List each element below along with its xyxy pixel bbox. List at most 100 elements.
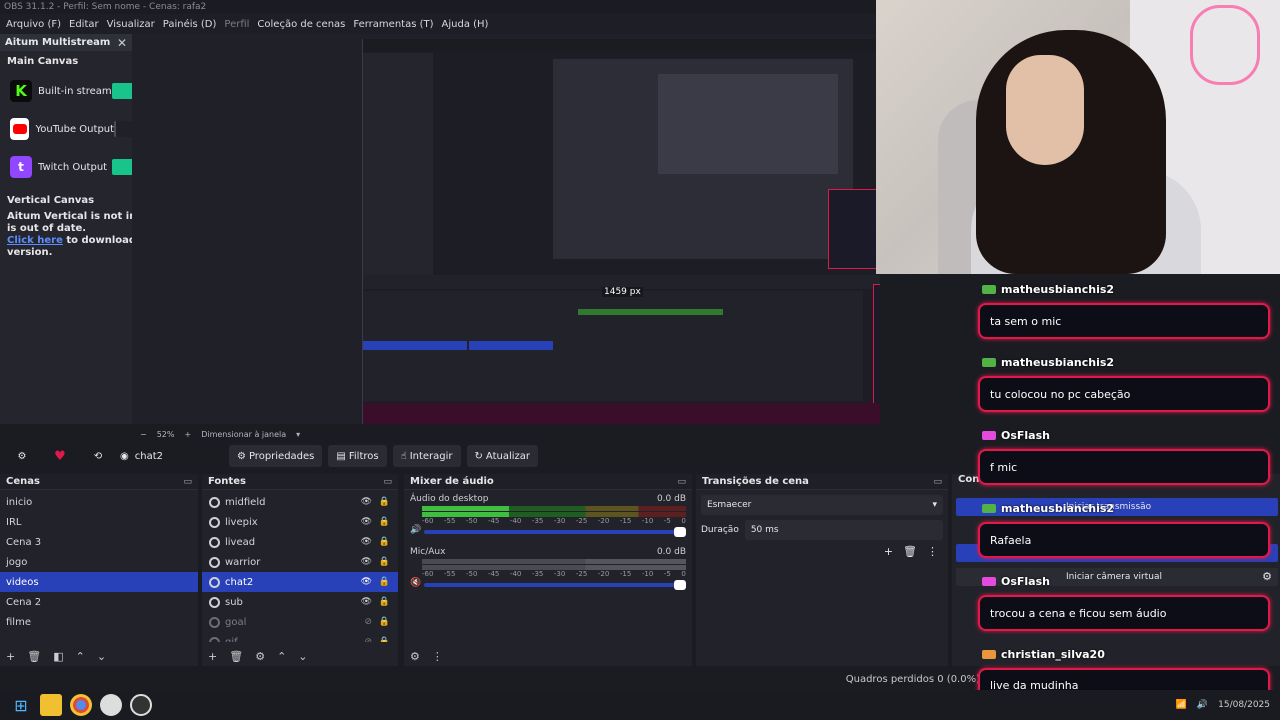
- move-up-icon[interactable]: ⌃: [76, 650, 85, 663]
- heart-icon[interactable]: ♥: [44, 445, 76, 467]
- add-icon[interactable]: +: [208, 650, 217, 663]
- lock-icon[interactable]: 🔒: [379, 497, 390, 507]
- undock-icon[interactable]: ▭: [183, 477, 192, 487]
- menu-help[interactable]: Ajuda (H): [440, 19, 495, 30]
- speaker-icon[interactable]: 🔊: [410, 525, 422, 535]
- add-icon[interactable]: +: [6, 650, 15, 663]
- eye-icon[interactable]: 👁: [361, 517, 372, 527]
- properties-button[interactable]: ⚙ Propriedades: [228, 445, 323, 467]
- eye-icon[interactable]: 👁: [361, 537, 372, 547]
- eye-icon[interactable]: 👁: [361, 577, 372, 587]
- muted-speaker-icon[interactable]: 🔇: [410, 578, 422, 588]
- transition-select[interactable]: Esmaecer ▾: [701, 495, 943, 515]
- filter-icon[interactable]: ◧: [53, 650, 63, 663]
- volume-icon[interactable]: 🔊: [1197, 700, 1208, 710]
- source-item[interactable]: livead 👁 🔒: [202, 532, 398, 552]
- scene-item[interactable]: inicio: [0, 492, 198, 512]
- zoom-out-button[interactable]: −: [140, 430, 147, 439]
- lock-icon[interactable]: 🔒: [379, 557, 390, 567]
- add-icon[interactable]: +: [884, 545, 893, 558]
- menu-file[interactable]: Arquivo (F): [4, 19, 67, 30]
- output-youtube-toggle[interactable]: [114, 121, 132, 137]
- volume-slider[interactable]: [424, 580, 686, 590]
- chrome-icon[interactable]: [70, 694, 92, 716]
- undock-icon[interactable]: ▭: [383, 477, 392, 487]
- source-item[interactable]: warrior 👁 🔒: [202, 552, 398, 572]
- scene-item[interactable]: filme: [0, 612, 198, 632]
- trash-icon[interactable]: 🗑: [903, 545, 917, 558]
- lock-icon[interactable]: 🔒: [379, 577, 390, 587]
- move-up-icon[interactable]: ⌃: [277, 650, 286, 663]
- undock-icon[interactable]: ▭: [677, 477, 686, 487]
- nested-scene-selected: [363, 341, 467, 350]
- scene-item[interactable]: Cena 3: [0, 532, 198, 552]
- eye-icon[interactable]: 👁: [361, 597, 372, 607]
- close-icon[interactable]: ✕: [117, 36, 127, 50]
- wifi-icon[interactable]: 📶: [1176, 700, 1187, 710]
- volume-slider[interactable]: [424, 527, 686, 537]
- zoom-in-button[interactable]: +: [184, 430, 191, 439]
- webcam-person-face: [1006, 55, 1084, 165]
- scene-item-selected[interactable]: videos: [0, 572, 198, 592]
- refresh-cycle-icon[interactable]: ⟲: [82, 445, 114, 467]
- refresh-button[interactable]: ↻ Atualizar: [466, 445, 539, 467]
- file-explorer-icon[interactable]: [40, 694, 62, 716]
- lock-icon[interactable]: 🔒: [379, 597, 390, 607]
- click-here-link[interactable]: Click here: [7, 235, 63, 246]
- source-item-selected[interactable]: chat2 👁 🔒: [202, 572, 398, 592]
- trash-icon[interactable]: 🗑: [27, 650, 41, 663]
- gear-icon[interactable]: ⚙: [255, 650, 265, 663]
- menu-scene-collection[interactable]: Coleção de cenas: [255, 19, 351, 30]
- eye-hidden-icon[interactable]: ⊘: [364, 637, 372, 642]
- windows-start-icon[interactable]: ⊞: [10, 694, 32, 716]
- preview-nested-screen: [362, 39, 880, 424]
- scenes-title: Cenas: [6, 476, 40, 487]
- output-builtin-toggle[interactable]: [112, 83, 132, 99]
- source-item[interactable]: gif ⊘ 🔒: [202, 632, 398, 642]
- source-item[interactable]: sub 👁 🔒: [202, 592, 398, 612]
- browser-source-icon: [209, 596, 220, 608]
- lock-icon[interactable]: 🔒: [379, 517, 390, 527]
- eye-icon[interactable]: 👁: [361, 497, 372, 507]
- menu-docks[interactable]: Painéis (D): [161, 19, 223, 30]
- obs-alt-icon[interactable]: [130, 694, 152, 716]
- move-down-icon[interactable]: ⌄: [97, 650, 106, 663]
- preview-canvas[interactable]: 1459 px: [132, 34, 880, 424]
- scene-item[interactable]: Cena 2: [0, 592, 198, 612]
- scene-item[interactable]: IRL: [0, 512, 198, 532]
- source-item[interactable]: livepix 👁 🔒: [202, 512, 398, 532]
- menu-tools[interactable]: Ferramentas (T): [351, 19, 439, 30]
- output-twitch-toggle[interactable]: [112, 159, 132, 175]
- resize-label: Dimensionar à janela: [201, 429, 287, 439]
- obs-icon[interactable]: [100, 694, 122, 716]
- scene-item[interactable]: jogo: [0, 552, 198, 572]
- source-item[interactable]: midfield 👁 🔒: [202, 492, 398, 512]
- menu-profile[interactable]: Perfil: [222, 19, 255, 30]
- eye-icon[interactable]: 👁: [361, 557, 372, 567]
- duration-input[interactable]: 50 ms: [744, 520, 943, 540]
- sources-footer: + 🗑 ⚙ ⌃ ⌄: [202, 646, 398, 666]
- scenes-panel: Cenas ▭ inicio IRL Cena 3 jogo videos Cen…: [0, 474, 198, 666]
- kick-icon: K: [10, 80, 32, 102]
- interact-button[interactable]: ☝ Interagir: [392, 445, 461, 467]
- lock-icon[interactable]: 🔒: [379, 617, 390, 627]
- more-icon[interactable]: ⋮: [432, 650, 443, 663]
- gear-icon[interactable]: ⚙: [1262, 570, 1272, 583]
- move-down-icon[interactable]: ⌄: [298, 650, 307, 663]
- undock-icon[interactable]: ▭: [933, 477, 942, 487]
- more-icon[interactable]: ⋮: [927, 545, 938, 558]
- volume-knob[interactable]: [674, 527, 686, 537]
- nested-source-selected: [469, 341, 553, 350]
- lock-icon[interactable]: 🔒: [379, 537, 390, 547]
- trash-icon[interactable]: 🗑: [229, 650, 243, 663]
- volume-knob[interactable]: [674, 580, 686, 590]
- mixer-settings-icon[interactable]: ⚙: [410, 650, 420, 663]
- source-item[interactable]: goal ⊘ 🔒: [202, 612, 398, 632]
- menu-view[interactable]: Visualizar: [105, 19, 161, 30]
- gear-icon[interactable]: ⚙: [6, 445, 38, 467]
- filters-button[interactable]: ▤ Filtros: [328, 445, 387, 467]
- lock-icon[interactable]: 🔒: [379, 637, 390, 642]
- chevron-down-icon[interactable]: ▾: [296, 430, 300, 439]
- eye-hidden-icon[interactable]: ⊘: [364, 617, 372, 627]
- menu-edit[interactable]: Editar: [67, 19, 105, 30]
